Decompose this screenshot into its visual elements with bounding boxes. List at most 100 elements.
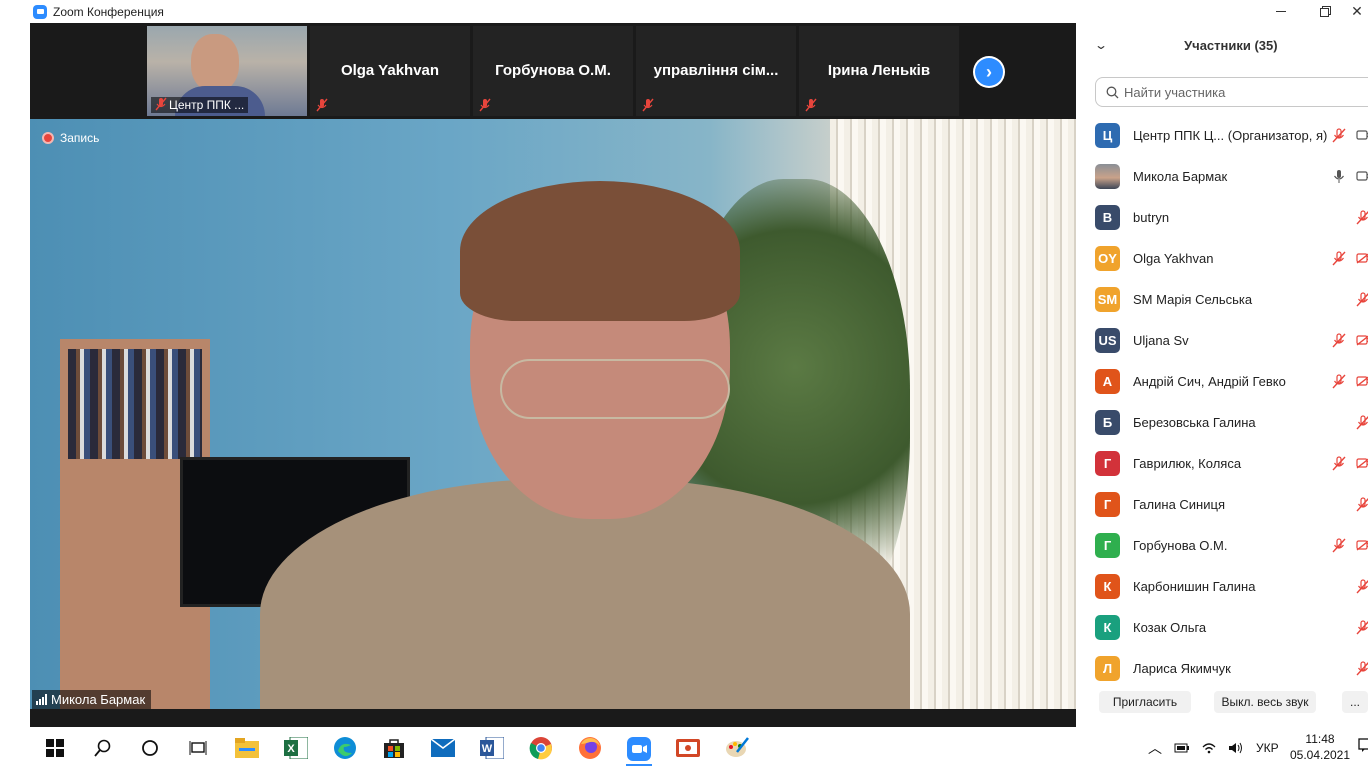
participant-row[interactable]: Л Лариса Якимчук: [1076, 648, 1368, 683]
mic-muted-icon: [642, 98, 654, 112]
word-icon[interactable]: W: [479, 735, 505, 761]
thumbnail-tile[interactable]: управління сім...: [636, 26, 796, 116]
video-icon[interactable]: [1356, 128, 1368, 146]
participant-row[interactable]: OY Olga Yakhvan: [1076, 238, 1368, 279]
participant-row[interactable]: SM SM Марія Сельська: [1076, 279, 1368, 320]
search-input[interactable]: [1124, 84, 1364, 100]
mute-all-button[interactable]: Выкл. весь звук: [1214, 691, 1316, 713]
mic-muted-icon[interactable]: [1332, 456, 1346, 476]
start-icon[interactable]: [42, 735, 68, 761]
video-icon[interactable]: [1356, 169, 1368, 187]
avatar: SM: [1095, 287, 1120, 312]
svg-text:W: W: [482, 743, 493, 755]
avatar: US: [1095, 328, 1120, 353]
task-view-icon[interactable]: [185, 735, 211, 761]
minimize-icon: [1276, 11, 1286, 12]
participant-row[interactable]: US Uljana Sv: [1076, 320, 1368, 361]
volume-icon[interactable]: [1228, 742, 1244, 754]
avatar: Б: [1095, 410, 1120, 435]
participant-row[interactable]: Б Березовська Галина: [1076, 402, 1368, 443]
mic-muted-icon[interactable]: [1332, 128, 1346, 148]
thumbnail-tile[interactable]: Ірина Леньків: [799, 26, 959, 116]
next-page-button[interactable]: ›: [973, 56, 1005, 88]
wifi-icon[interactable]: [1202, 742, 1216, 754]
invite-button[interactable]: Пригласить: [1099, 691, 1191, 713]
mail-icon[interactable]: [430, 735, 456, 761]
cortana-icon[interactable]: [137, 735, 163, 761]
avatar: OY: [1095, 246, 1120, 271]
chrome-icon[interactable]: [528, 735, 554, 761]
edge-icon[interactable]: [332, 735, 358, 761]
speaker-name: Микола Бармак: [51, 692, 146, 707]
presentation-icon[interactable]: [675, 735, 701, 761]
mic-muted-icon[interactable]: [1356, 210, 1368, 230]
store-icon[interactable]: [381, 735, 407, 761]
record-icon: [42, 132, 54, 144]
mic-muted-icon[interactable]: [1356, 579, 1368, 599]
system-tray: ︿ УКР: [1148, 727, 1279, 768]
paint-icon[interactable]: [724, 735, 750, 761]
close-icon: ✕: [1351, 3, 1363, 19]
participant-name: Горбунова О.М.: [1133, 538, 1228, 553]
mic-muted-icon[interactable]: [1356, 661, 1368, 681]
participant-row[interactable]: Bbutryn: [1076, 197, 1368, 238]
thumbnail-tile[interactable]: Горбунова О.М.: [473, 26, 633, 116]
file-explorer-icon[interactable]: [234, 735, 260, 761]
minimize-button[interactable]: [1258, 0, 1304, 23]
close-button[interactable]: ✕: [1346, 0, 1368, 23]
participant-name: Микола Бармак: [1133, 169, 1228, 184]
participant-row[interactable]: Г Гаврилюк, Коляса: [1076, 443, 1368, 484]
restore-button[interactable]: [1302, 0, 1348, 23]
svg-text:X: X: [287, 743, 295, 755]
video-off-icon[interactable]: [1356, 333, 1368, 351]
participant-row[interactable]: А Андрій Сич, Андрій Гевко: [1076, 361, 1368, 402]
speaker-glasses: [500, 359, 730, 419]
participant-name: Карбонишин Галина: [1133, 579, 1256, 594]
participant-name: Андрій Сич, Андрій Гевко: [1133, 374, 1286, 389]
mic-muted-icon[interactable]: [1356, 292, 1368, 312]
video-off-icon[interactable]: [1356, 374, 1368, 392]
mic-muted-icon: [479, 98, 491, 112]
battery-icon[interactable]: [1174, 742, 1190, 754]
mic-muted-icon[interactable]: [1356, 497, 1368, 517]
more-button[interactable]: ...: [1342, 691, 1368, 713]
participant-name: SM Марія Сельська: [1133, 292, 1253, 307]
clock[interactable]: 11:48 05.04.2021: [1285, 731, 1355, 763]
mic-muted-icon[interactable]: [1332, 333, 1346, 353]
mic-muted-icon[interactable]: [1332, 538, 1346, 558]
mic-muted-icon[interactable]: [1332, 251, 1346, 271]
participant-row[interactable]: К Козак Ольга: [1076, 607, 1368, 648]
avatar: Г: [1095, 533, 1120, 558]
thumbnail-tile[interactable]: Olga Yakhvan: [310, 26, 470, 116]
participant-name: Козак Ольга: [1133, 620, 1207, 635]
participant-row[interactable]: Микола Бармак: [1076, 156, 1368, 197]
avatar: А: [1095, 369, 1120, 394]
participant-row[interactable]: Г Галина Синиця: [1076, 484, 1368, 525]
video-off-icon[interactable]: [1356, 538, 1368, 556]
participant-search[interactable]: [1095, 77, 1368, 107]
mic-icon[interactable]: [1332, 169, 1346, 189]
chevron-down-icon[interactable]: ⌄: [1094, 38, 1108, 52]
search-icon[interactable]: [90, 735, 116, 761]
firefox-icon[interactable]: [577, 735, 603, 761]
participant-row[interactable]: Ц Центр ППК Ц... (Организатор, я): [1076, 115, 1368, 156]
thumbnail-video[interactable]: Центр ППК ...: [147, 26, 307, 116]
video-area: Центр ППК ... Olga Yakhvan Горбунова О.М…: [30, 23, 1076, 727]
language-indicator[interactable]: УКР: [1256, 741, 1279, 755]
participant-row[interactable]: Г Горбунова О.М.: [1076, 525, 1368, 566]
mic-muted-icon[interactable]: [1356, 415, 1368, 435]
avatar: К: [1095, 615, 1120, 640]
avatar: Г: [1095, 451, 1120, 476]
notifications-icon[interactable]: [1358, 737, 1368, 758]
thumbnail-name: Olga Yakhvan: [340, 62, 440, 79]
video-off-icon[interactable]: [1356, 251, 1368, 269]
participant-face: [191, 34, 239, 92]
mic-muted-icon[interactable]: [1356, 620, 1368, 640]
thumbnail-strip: Центр ППК ... Olga Yakhvan Горбунова О.М…: [30, 23, 1076, 119]
zoom-icon[interactable]: [626, 733, 652, 766]
chevron-up-icon[interactable]: ︿: [1148, 738, 1162, 758]
mic-muted-icon[interactable]: [1332, 374, 1346, 394]
excel-icon[interactable]: X: [283, 735, 309, 761]
participant-row[interactable]: К Карбонишин Галина: [1076, 566, 1368, 607]
video-off-icon[interactable]: [1356, 456, 1368, 474]
